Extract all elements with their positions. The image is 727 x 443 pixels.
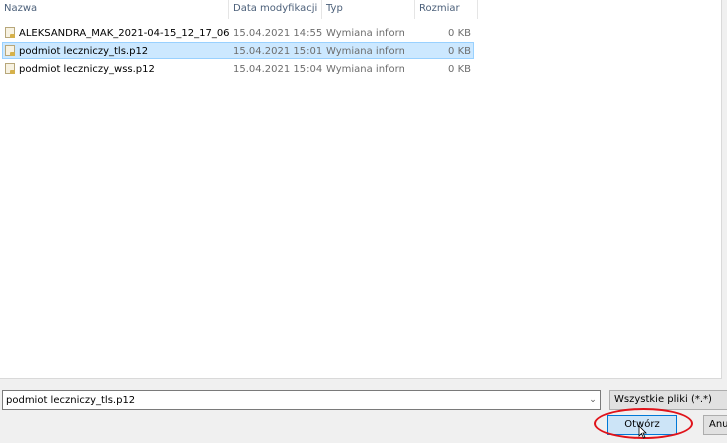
file-type: Wymiana informa... <box>326 28 404 39</box>
file-size: 0 KB <box>448 64 471 75</box>
certificate-file-icon <box>5 45 15 56</box>
mouse-pointer-icon <box>638 425 647 439</box>
column-header: Nazwa Data modyfikacji Typ Rozmiar <box>0 0 480 19</box>
file-name: podmiot leczniczy_tls.p12 <box>19 46 149 57</box>
file-row[interactable]: ALEKSANDRA_MAK_2021-04-15_12_17_06.pfx 1… <box>2 24 474 41</box>
file-type-filter[interactable]: Wszystkie pliki (*.*) <box>609 390 727 410</box>
file-type: Wymiana informa... <box>326 64 404 75</box>
column-date-header[interactable]: Data modyfikacji <box>229 0 321 19</box>
file-list: ALEKSANDRA_MAK_2021-04-15_12_17_06.pfx 1… <box>2 24 474 78</box>
file-size: 0 KB <box>448 46 471 57</box>
file-date: 15.04.2021 15:04 <box>233 64 323 75</box>
certificate-file-icon <box>5 27 15 38</box>
file-date: 15.04.2021 15:01 <box>233 46 323 57</box>
file-row[interactable]: podmiot leczniczy_wss.p12 15.04.2021 15:… <box>2 60 474 77</box>
file-list-pane[interactable]: Nazwa Data modyfikacji Typ Rozmiar ALEKS… <box>0 0 722 379</box>
chevron-down-icon[interactable]: ⌄ <box>586 391 600 409</box>
cancel-button[interactable]: Anul <box>703 415 727 435</box>
column-size-header[interactable]: Rozmiar <box>415 0 477 19</box>
column-separator[interactable] <box>477 0 478 19</box>
file-row-selected[interactable]: podmiot leczniczy_tls.p12 15.04.2021 15:… <box>2 42 474 59</box>
filename-combobox[interactable]: ⌄ <box>2 390 601 410</box>
file-name: podmiot leczniczy_wss.p12 <box>19 64 155 75</box>
column-name-header[interactable]: Nazwa <box>0 0 228 19</box>
file-name: ALEKSANDRA_MAK_2021-04-15_12_17_06.pfx <box>19 28 229 39</box>
filename-input[interactable] <box>3 391 588 409</box>
file-date: 15.04.2021 14:55 <box>233 28 323 39</box>
certificate-file-icon <box>5 63 15 74</box>
column-type-header[interactable]: Typ <box>322 0 414 19</box>
file-size: 0 KB <box>448 28 471 39</box>
file-type: Wymiana informa... <box>326 46 404 57</box>
